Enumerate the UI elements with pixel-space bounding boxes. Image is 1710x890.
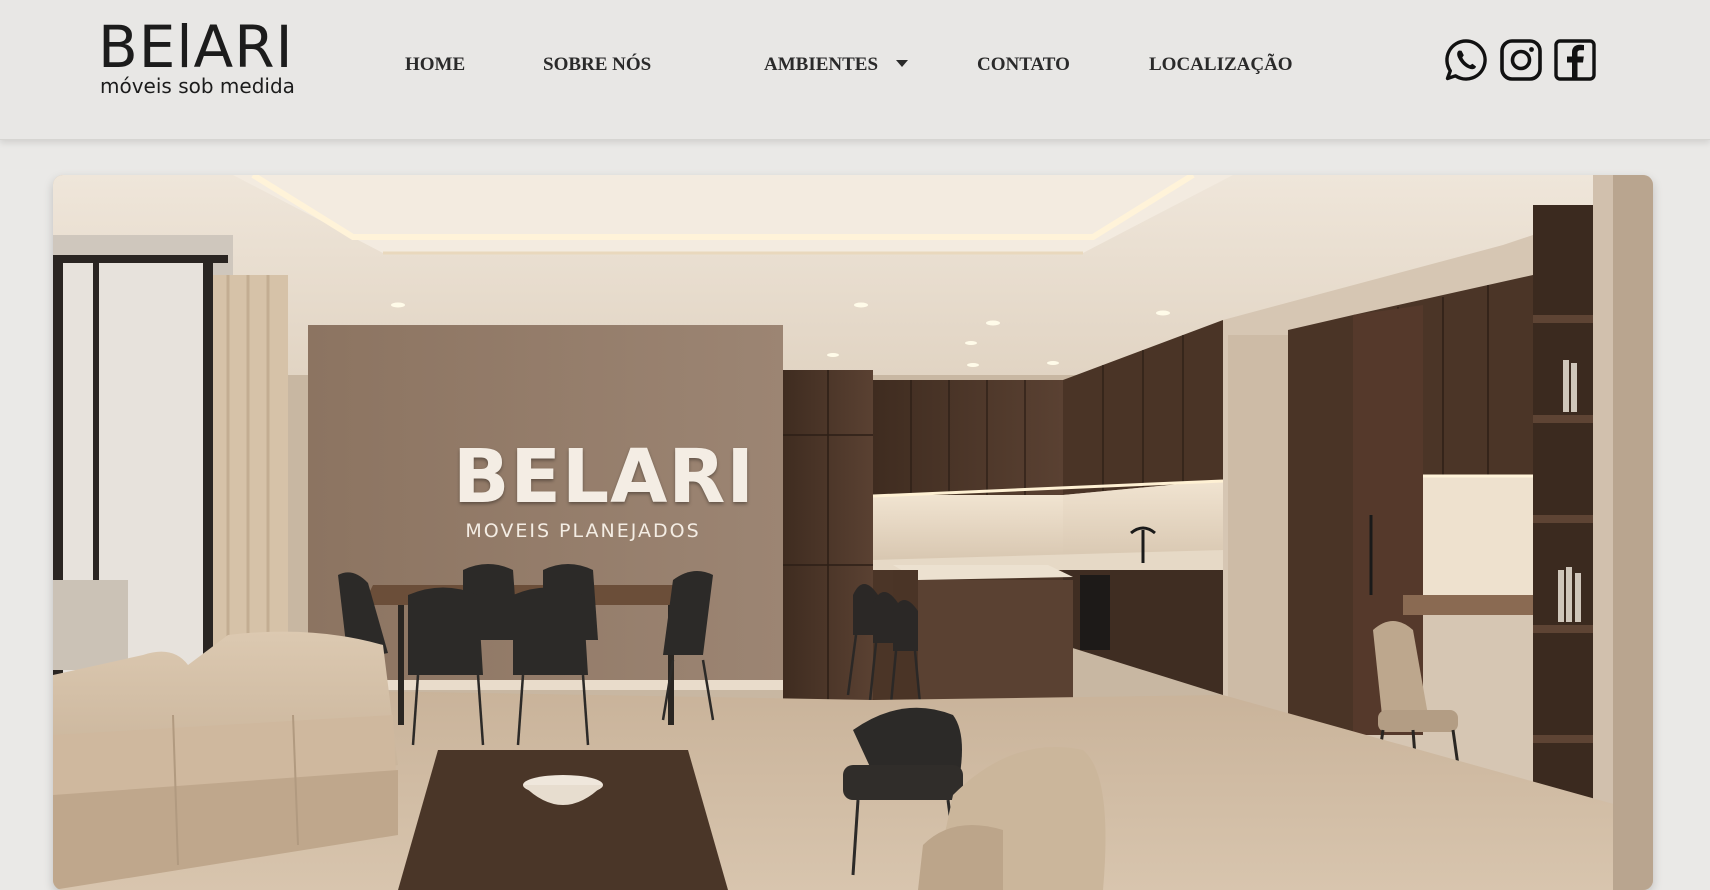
nav-home[interactable]: HOME <box>405 50 465 80</box>
nav-contato[interactable]: CONTATO <box>977 50 1070 80</box>
instagram-icon[interactable] <box>1499 38 1543 82</box>
nav-ambientes-label: AMBIENTES <box>764 54 879 75</box>
nav-localizacao[interactable]: LOCALIZAÇÃO <box>1149 50 1293 80</box>
hero-banner: BELARI MOVEIS PLANEJADOS <box>53 175 1653 890</box>
whatsapp-icon[interactable] <box>1444 38 1488 82</box>
hero-subtitle: MOVEIS PLANEJADOS <box>465 520 701 542</box>
main-nav: HOME SOBRE NÓS AMBIENTES CONTATO LOCALIZ… <box>0 50 1400 80</box>
hero-interior-image <box>53 175 1653 890</box>
facebook-icon[interactable] <box>1553 38 1597 82</box>
hero-title: BELARI <box>453 434 755 520</box>
nav-ambientes[interactable]: AMBIENTES <box>764 50 909 80</box>
hero-brand-sign: BELARI MOVEIS PLANEJADOS <box>453 434 755 543</box>
caret-down-icon <box>896 60 909 68</box>
site-header: BElARI móveis sob medida HOME SOBRE NÓS … <box>0 0 1710 140</box>
nav-sobre-nos[interactable]: SOBRE NÓS <box>543 50 651 80</box>
